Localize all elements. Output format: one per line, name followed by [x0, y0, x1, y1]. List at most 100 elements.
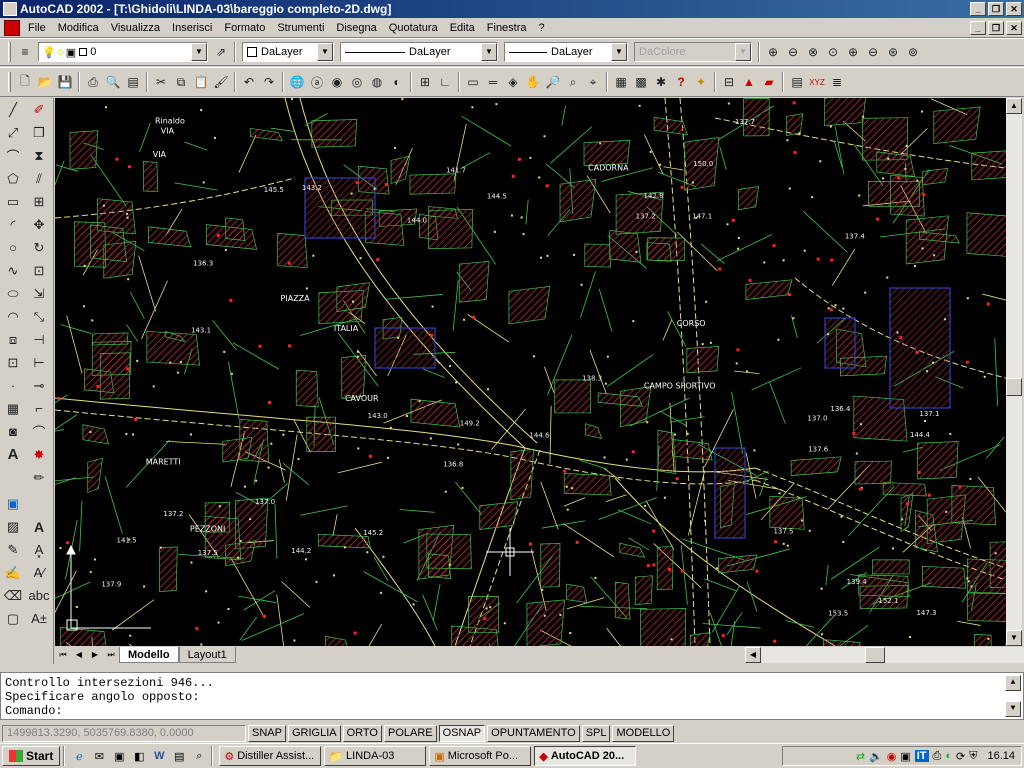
offset-icon[interactable]: ⫽ [27, 167, 51, 190]
osnap-icon[interactable]: ⊞ [415, 72, 435, 92]
xyz-coordinates-icon[interactable]: XYZ [807, 72, 827, 92]
menu-visualizza[interactable]: Visualizza [105, 22, 166, 34]
make-block-icon[interactable]: ⊡ [1, 351, 25, 374]
menu-modifica[interactable]: Modifica [52, 22, 105, 34]
lineweight-combo[interactable]: DaLayer ▼ [504, 42, 628, 62]
explode-icon[interactable]: ✸ [27, 443, 51, 466]
lengthen-icon[interactable]: ⤡ [27, 305, 51, 328]
mirror-icon[interactable]: ⧗ [27, 144, 51, 167]
ie-icon[interactable]: ℯ [70, 748, 88, 764]
stretch-icon[interactable]: ⇲ [27, 282, 51, 305]
scale-icon[interactable]: ⊡ [27, 259, 51, 282]
menu-finestra[interactable]: Finestra [481, 22, 533, 34]
first-tab-icon[interactable]: ⏮ [55, 648, 71, 662]
zoom-window-icon[interactable]: ⊕ [763, 42, 783, 62]
messenger-icon[interactable]: ◐ [945, 750, 952, 762]
cmd-scroll-down-icon[interactable]: ▼ [1005, 701, 1021, 717]
ucs-icon[interactable]: ∟ [435, 72, 455, 92]
pan-icon[interactable]: ✋ [523, 72, 543, 92]
menu-help[interactable]: ? [533, 22, 551, 34]
text-find-icon[interactable]: A⁄ [27, 561, 51, 584]
drawing-canvas[interactable]: 137.6 145.5 136.3 VIA CAMPO SPORTIVO 147.3 137… [55, 98, 1006, 646]
prev-tab-icon[interactable]: ◀ [71, 648, 87, 662]
command-line[interactable]: Controllo intersezioni 946... Specificar… [0, 672, 1024, 720]
rectangle-icon[interactable]: ▭ [1, 190, 25, 213]
eraser-icon[interactable]: ⌫ [1, 584, 25, 607]
menu-formato[interactable]: Formato [218, 22, 271, 34]
sync-icon[interactable]: ⟳ [956, 750, 965, 763]
cut-icon[interactable]: ✂ [151, 72, 171, 92]
menu-quotatura[interactable]: Quotatura [383, 22, 444, 34]
speaker-icon[interactable]: 🔈 [869, 750, 883, 763]
minimize-button[interactable]: _ [970, 2, 986, 16]
print-icon[interactable]: ⎙ [83, 72, 103, 92]
model-toggle[interactable]: MODELLO [612, 724, 675, 742]
hscroll-thumb[interactable] [865, 647, 885, 663]
task-powerpoint[interactable]: ▣ Microsoft Po... [429, 746, 532, 766]
start-button[interactable]: Start [2, 746, 61, 766]
move-icon[interactable]: ✥ [27, 213, 51, 236]
command-prompt[interactable]: Comando: [5, 704, 1019, 718]
line-icon[interactable]: ╱ [1, 98, 25, 121]
chevron-down-icon[interactable]: ▼ [611, 43, 627, 61]
text-scale-icon[interactable]: A± [27, 607, 51, 630]
text-edit-icon[interactable]: A͓ [27, 538, 51, 561]
ucs-manager-icon[interactable]: ▭ [463, 72, 483, 92]
ortho-toggle[interactable]: ORTO [342, 724, 382, 742]
layer-states-icon[interactable]: ▤ [787, 72, 807, 92]
document-icon[interactable] [4, 19, 20, 36]
construction-line-icon[interactable]: ⤢ [1, 121, 25, 144]
save-icon[interactable]: 💾 [55, 72, 75, 92]
materials-icon[interactable]: ▰ [759, 72, 779, 92]
paint-icon[interactable]: ▨ [1, 515, 25, 538]
multiline-text-icon[interactable]: A [1, 443, 25, 466]
mmc-icon[interactable]: ◧ [130, 748, 148, 764]
undo-icon[interactable]: ↶ [239, 72, 259, 92]
zoom-dynamic-icon[interactable]: ⊖ [783, 42, 803, 62]
copy-object-icon[interactable]: ❐ [27, 121, 51, 144]
outlook-icon[interactable]: ✉ [90, 748, 108, 764]
ellipse-icon[interactable]: ⬭ [1, 282, 25, 305]
web-browser-icon[interactable]: ◎ [347, 72, 367, 92]
eye-icon[interactable]: ◈ [503, 72, 523, 92]
menu-inserisci[interactable]: Inserisci [166, 22, 218, 34]
meeting-icon[interactable]: ◉ [327, 72, 347, 92]
redo-icon[interactable]: ↷ [259, 72, 279, 92]
clock[interactable]: 16.14 [987, 750, 1015, 762]
dimension-icon[interactable]: ⊟ [719, 72, 739, 92]
zoom-window-tool-icon[interactable]: ⌕ [563, 72, 583, 92]
last-tab-icon[interactable]: ⏭ [103, 648, 119, 662]
arc-icon[interactable]: ◜ [1, 213, 25, 236]
osnap-toggle[interactable]: OSNAP [438, 724, 486, 742]
snap-toggle[interactable]: SNAP [248, 724, 286, 742]
text-style-icon[interactable]: ▣ [1, 492, 25, 515]
array-icon[interactable]: ⊞ [27, 190, 51, 213]
make-current-layer-icon[interactable]: ⇗ [211, 42, 231, 62]
doc-restore-button[interactable]: ❐ [988, 21, 1004, 35]
copy-icon[interactable]: ⧉ [171, 72, 191, 92]
ellipse-arc-icon[interactable]: ◠ [1, 305, 25, 328]
scroll-thumb[interactable] [1006, 378, 1022, 396]
autocad-today-icon[interactable]: ⓐ [307, 72, 327, 92]
zoom-realtime-icon[interactable]: 🔎 [543, 72, 563, 92]
next-tab-icon[interactable]: ▶ [87, 648, 103, 662]
chamfer-icon[interactable]: ⌐ [27, 397, 51, 420]
properties-icon[interactable]: ▦ [611, 72, 631, 92]
circle-icon[interactable]: ○ [1, 236, 25, 259]
wipeout-icon[interactable]: ▢ [1, 607, 25, 630]
print-preview-icon[interactable]: 🔍 [103, 72, 123, 92]
spell-check-icon[interactable]: abc [27, 584, 51, 607]
language-indicator[interactable]: IT [914, 750, 929, 762]
close-button[interactable]: ✕ [1006, 2, 1022, 16]
layer-manager-icon[interactable]: ≡ [15, 42, 35, 62]
layer-combo[interactable]: 💡 ☼ ▣ 0 ▼ [38, 42, 208, 62]
network-icon[interactable]: ⇄ [856, 750, 865, 763]
tab-layout1[interactable]: Layout1 [178, 647, 236, 663]
trim-icon[interactable]: ⊣ [27, 328, 51, 351]
grid-toggle[interactable]: GRIGLIA [287, 724, 341, 742]
chevron-down-icon[interactable]: ▼ [191, 43, 207, 61]
design-center-icon[interactable]: ▩ [631, 72, 651, 92]
coordinate-display[interactable]: 1499813.3290, 5035769.8380, 0.0000 [2, 724, 246, 742]
match-properties-icon[interactable]: 🖌 [211, 72, 231, 92]
zoom-in-icon[interactable]: ⊕ [843, 42, 863, 62]
